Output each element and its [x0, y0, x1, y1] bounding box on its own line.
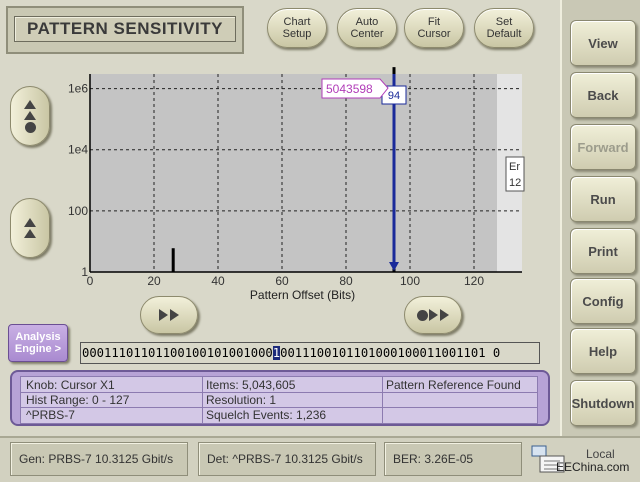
- y-tick-label: 1e4: [68, 143, 88, 157]
- right-arrow-icon: [439, 309, 449, 321]
- back-button[interactable]: Back: [570, 72, 636, 118]
- generator-status-text: Gen: PRBS-7 10.3125 Gbit/s: [19, 452, 174, 466]
- watermark: EEChina.com: [556, 460, 630, 474]
- config-button[interactable]: Config: [570, 278, 636, 324]
- right-arrow-icon: [170, 309, 179, 321]
- ber-status: BER: 3.26E-05: [384, 442, 522, 476]
- grid-divider: [202, 377, 203, 423]
- pattern-bits-before: 00011101101100100101001000: [82, 346, 273, 360]
- x-axis-title: Pattern Offset (Bits): [250, 288, 355, 302]
- histogram-chart: 0 20 40 60 80 100 12011001e41e6Pattern Offset …: [68, 67, 525, 302]
- cursor-x-label: 94: [388, 90, 400, 102]
- offscreen-label: 12: [509, 177, 521, 189]
- forward-button[interactable]: Forward: [570, 124, 636, 170]
- pattern-bits-after: 0011100101101000100011001101 0: [280, 346, 501, 360]
- jump-right-button[interactable]: [404, 296, 462, 334]
- right-arrow-icon: [428, 309, 438, 321]
- y-tick-label: 1e6: [68, 82, 88, 96]
- right-arrow-icon: [159, 309, 168, 321]
- x-tick-label: 40: [211, 274, 225, 288]
- analysis-engine-label: Analysis Engine >: [14, 331, 62, 355]
- y-tick-label: 1: [81, 265, 88, 279]
- resolution-info: Resolution: 1: [206, 393, 277, 407]
- grid-divider: [382, 407, 537, 408]
- dot-icon: [416, 309, 428, 321]
- offscreen-label: Er: [509, 161, 520, 173]
- cursor-value-label: 5043598: [326, 82, 373, 96]
- x-tick-label: 20: [147, 274, 161, 288]
- cursor-arrow-icon: [389, 262, 399, 271]
- pattern-status-info: Pattern Reference Found: [386, 378, 521, 392]
- analysis-engine-button[interactable]: Analysis Engine >: [8, 324, 68, 362]
- detector-status-text: Det: ^PRBS-7 10.3125 Gbit/s: [207, 452, 363, 466]
- grid-divider: [382, 392, 537, 393]
- info-grid: Knob: Cursor X1 Hist Range: 0 - 127 ^PRB…: [20, 376, 538, 424]
- x-tick-label: 120: [464, 274, 484, 288]
- print-button[interactable]: Print: [570, 228, 636, 274]
- x-tick-label: 60: [275, 274, 289, 288]
- squelch-info: Squelch Events: 1,236: [206, 408, 327, 422]
- items-info: Items: 5,043,605: [206, 378, 296, 392]
- shutdown-button[interactable]: Shutdown: [570, 380, 636, 426]
- ber-status-text: BER: 3.26E-05: [393, 452, 474, 466]
- local-mode-label: Local: [586, 447, 615, 461]
- grid-divider: [382, 377, 383, 423]
- y-tick-label: 100: [68, 204, 88, 218]
- run-button[interactable]: Run: [570, 176, 636, 222]
- pattern-name-info: ^PRBS-7: [26, 408, 75, 422]
- info-panel: Knob: Cursor X1 Hist Range: 0 - 127 ^PRB…: [10, 370, 550, 426]
- detector-status: Det: ^PRBS-7 10.3125 Gbit/s: [198, 442, 376, 476]
- scroll-right-button[interactable]: [140, 296, 198, 334]
- hist-range-info: Hist Range: 0 - 127: [26, 393, 130, 407]
- view-button[interactable]: View: [570, 20, 636, 66]
- generator-status: Gen: PRBS-7 10.3125 Gbit/s: [10, 442, 188, 476]
- x-tick-label: 100: [400, 274, 420, 288]
- pattern-bit-display[interactable]: 0001110110110010010100100010011100101101…: [80, 342, 540, 364]
- help-button[interactable]: Help: [570, 328, 636, 374]
- x-tick-label: 80: [339, 274, 353, 288]
- knob-info: Knob: Cursor X1: [26, 378, 115, 392]
